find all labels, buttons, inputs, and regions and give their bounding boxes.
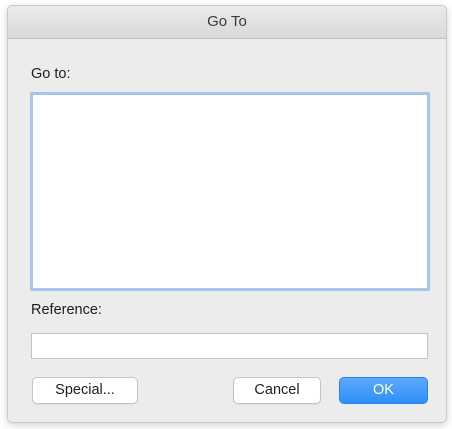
reference-label: Reference: — [31, 302, 102, 318]
cancel-button[interactable]: Cancel — [233, 377, 321, 404]
dialog-title-bar: Go To — [8, 6, 446, 39]
special-button[interactable]: Special... — [32, 377, 138, 404]
reference-input[interactable] — [31, 333, 428, 359]
ok-button[interactable]: OK — [339, 377, 428, 404]
go-to-label: Go to: — [31, 66, 71, 82]
go-to-list[interactable] — [30, 92, 430, 291]
dialog-title: Go To — [207, 13, 247, 30]
go-to-dialog: Go To Go to: Reference: Special... Cance… — [7, 5, 447, 423]
